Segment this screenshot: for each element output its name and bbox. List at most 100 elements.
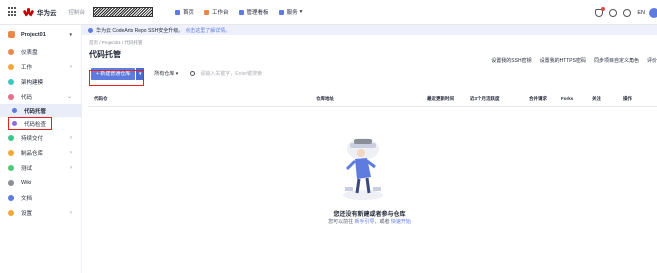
highlight-box [8, 117, 52, 130]
breadcrumb[interactable]: 首页 / Project01 / 代码托管 [82, 40, 657, 46]
app-grid-icon[interactable] [8, 7, 18, 17]
sidebar-item-label: 代码 [21, 94, 33, 101]
test-icon [8, 164, 14, 171]
chevron-right-icon: › [70, 164, 72, 171]
brand-logo[interactable]: 华为云 [22, 7, 57, 17]
info-icon [88, 27, 93, 33]
dashboard-icon [238, 9, 244, 15]
feedback-link[interactable]: 评价 [647, 57, 657, 64]
highlight-box [89, 70, 144, 86]
repo-filter-value: 所有仓库 [154, 71, 175, 77]
nav-dashboard[interactable]: 管理看板 [238, 8, 269, 16]
sidebar-item-delivery[interactable]: 持续交付 › [0, 130, 81, 145]
language-switch[interactable]: EN [637, 10, 645, 16]
settings-icon [8, 209, 14, 216]
https-password-link[interactable]: 设置我的HTTPS密码 [540, 57, 586, 64]
services-icon [278, 9, 284, 15]
nav-home-label: 首页 [183, 10, 195, 16]
sidebar-item-code-hosting[interactable]: 代码托管 [0, 104, 81, 117]
help-icon[interactable] [623, 8, 632, 17]
architecture-icon [8, 78, 14, 85]
search-input[interactable]: 请输入关键字，Enter键搜索 [190, 70, 262, 77]
nav-services[interactable]: 服务 ▾ [278, 8, 303, 16]
project-switcher[interactable]: Project01 ▾ [0, 25, 81, 44]
col-activity: 近3个月活跃度 [470, 96, 500, 101]
toolbar: + 新建普通仓库 ▾ 所有仓库 ▾ 请输入关键字，Enter键搜索 [82, 67, 657, 80]
nav-workbench-label: 工作台 [212, 10, 229, 16]
dashboard-icon [8, 48, 14, 55]
sidebar: Project01 ▾ 仪表盘 工作 › 架构建模 代码 ⌄ 代码托管 代码检查… [0, 25, 82, 273]
empty-sub-prefix: 您可以前往 [328, 219, 355, 225]
repo-filter-select[interactable]: 所有仓库 ▾ [154, 70, 178, 77]
bell-icon[interactable] [595, 6, 606, 17]
sidebar-item-label: 测试 [21, 165, 33, 172]
code-icon [8, 93, 14, 100]
sidebar-item-label: 持续交付 [21, 135, 44, 142]
caret-down-icon: ▾ [69, 31, 72, 38]
empty-state-illustration [343, 138, 383, 200]
notification-dot [601, 6, 606, 11]
redacted-region [93, 7, 154, 17]
empty-state-subtitle: 您可以前往 新手引导，或者 快速开始 [82, 218, 657, 225]
sidebar-item-label: 设置 [21, 210, 33, 217]
top-nav: 首页 工作台 管理看板 服务 ▾ [175, 8, 312, 16]
sidebar-item-label: Wiki [21, 179, 32, 186]
sidebar-item-artifacts[interactable]: 制品仓库 › [0, 145, 81, 160]
sidebar-item-work[interactable]: 工作 › [0, 59, 81, 74]
sidebar-item-settings[interactable]: 设置 › [0, 205, 81, 220]
col-watch: 关注 [592, 96, 601, 101]
avatar[interactable] [649, 7, 657, 18]
col-merge-requests: 合并请求 [529, 96, 547, 101]
nav-workbench[interactable]: 工作台 [204, 8, 229, 16]
workbench-icon [204, 9, 210, 15]
sidebar-item-architecture[interactable]: 架构建模 [0, 74, 81, 89]
table-header-divider [88, 106, 657, 107]
newbie-guide-link[interactable]: 新手引导 [354, 219, 374, 225]
search-placeholder: 请输入关键字，Enter键搜索 [200, 71, 263, 77]
chevron-down-icon: ▾ [299, 9, 303, 15]
sidebar-item-docs[interactable]: 文档 [0, 190, 81, 205]
nav-services-label: 服务 [286, 10, 298, 16]
delivery-icon [8, 134, 14, 141]
top-right-tools: EN [595, 0, 657, 25]
table-header: 代码仓 仓库地址 最近更新时间 近3个月活跃度 合并请求 Forks 关注 操作 [82, 96, 657, 106]
chevron-right-icon: › [70, 134, 72, 141]
chevron-right-icon: › [70, 149, 72, 156]
console-link[interactable]: 控制台 [69, 8, 86, 16]
project-icon [8, 31, 15, 38]
empty-state-title: 您还没有新建或者参与仓库 [333, 212, 406, 218]
col-forks: Forks [561, 96, 574, 101]
brand-name: 华为云 [37, 10, 57, 17]
sidebar-item-testing[interactable]: 测试 › [0, 160, 81, 175]
settings-icon[interactable] [609, 8, 618, 17]
sidebar-item-label: 工作 [21, 64, 33, 71]
chevron-down-icon: ⌄ [66, 94, 72, 100]
top-navbar: 华为云 控制台 首页 工作台 管理看板 服务 ▾ EN [0, 0, 657, 25]
sidebar-item-wiki[interactable]: Wiki [0, 175, 81, 190]
chevron-right-icon: › [70, 209, 72, 216]
sidebar-item-label: 代码托管 [24, 108, 47, 115]
huawei-logo-icon [22, 8, 35, 17]
notice-banner: 华为云 CodeArts Repo SSH安全升级。 点击这里了解详情。 [82, 25, 657, 35]
project-name: Project01 [21, 31, 46, 38]
title-links: 设置我的SSH密钥 设置我的HTTPS密码 同步项目自定义角色 评价 [483, 57, 657, 64]
nav-home[interactable]: 首页 [175, 8, 194, 16]
sidebar-item-dashboard[interactable]: 仪表盘 [0, 44, 81, 59]
nav-dashboard-label: 管理看板 [246, 10, 269, 16]
search-icon [190, 71, 196, 76]
col-repo[interactable]: 代码仓 [94, 96, 108, 102]
sidebar-item-label: 架构建模 [21, 79, 44, 86]
notice-link[interactable]: 点击这里了解详情。 [185, 27, 230, 34]
quick-start-link[interactable]: 快速开始 [391, 219, 411, 225]
sidebar-item-label: 制品仓库 [21, 150, 44, 157]
ssh-key-link[interactable]: 设置我的SSH密钥 [491, 57, 531, 64]
sync-roles-link[interactable]: 同步项目自定义角色 [594, 57, 639, 64]
sidebar-item-code[interactable]: 代码 ⌄ [0, 89, 81, 104]
col-url: 仓库地址 [316, 96, 334, 101]
chevron-right-icon: › [70, 63, 72, 70]
home-icon [175, 9, 181, 15]
repo-icon [12, 108, 17, 113]
main-content: 华为云 CodeArts Repo SSH安全升级。 点击这里了解详情。 首页 … [82, 25, 657, 273]
artifact-icon [8, 149, 14, 156]
col-updated[interactable]: 最近更新时间 [427, 96, 454, 102]
